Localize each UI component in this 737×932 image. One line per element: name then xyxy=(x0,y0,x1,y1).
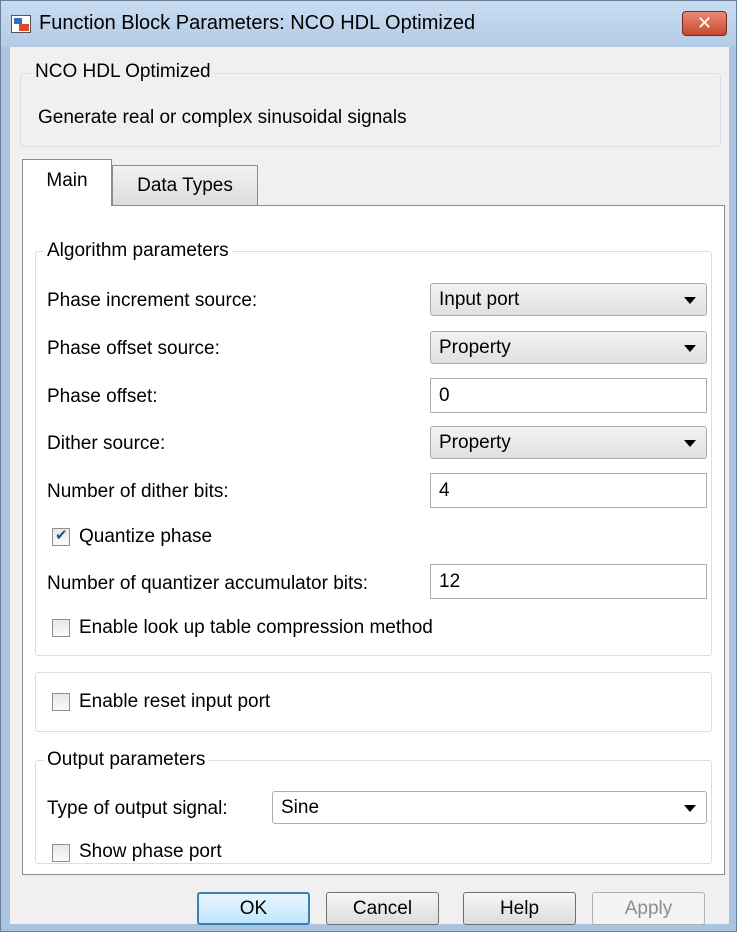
description-legend: NCO HDL Optimized xyxy=(32,61,214,83)
title-bar[interactable]: Function Block Parameters: NCO HDL Optim… xyxy=(1,1,736,47)
phase-increment-source-value: Input port xyxy=(439,289,520,310)
dither-source-label: Dither source: xyxy=(47,433,166,454)
output-signal-type-dropdown[interactable]: Sine xyxy=(272,791,707,824)
dialog-body: NCO HDL Optimized Generate real or compl… xyxy=(10,47,729,925)
chevron-down-icon xyxy=(684,805,696,812)
reset-group: Enable reset input port xyxy=(35,672,712,732)
algorithm-parameters-legend: Algorithm parameters xyxy=(44,240,232,262)
output-signal-type-value: Sine xyxy=(281,797,320,818)
apply-button[interactable]: Apply xyxy=(592,892,705,925)
phase-offset-field[interactable]: 0 xyxy=(430,378,707,413)
tab-data-types[interactable]: Data Types xyxy=(112,165,258,206)
dither-source-value: Property xyxy=(439,432,511,453)
quantizer-bits-field[interactable]: 12 xyxy=(430,564,707,599)
lut-compression-checkbox[interactable] xyxy=(52,619,70,637)
output-signal-type-label: Type of output signal: xyxy=(47,798,228,819)
phase-offset-source-dropdown[interactable]: Property xyxy=(430,331,707,364)
lut-compression-label: Enable look up table compression method xyxy=(79,617,433,638)
output-parameters-group: Output parameters Type of output signal:… xyxy=(35,749,712,864)
quantize-phase-label: Quantize phase xyxy=(79,526,213,547)
close-button[interactable]: ✕ xyxy=(682,11,727,36)
description-text: Generate real or complex sinusoidal sign… xyxy=(38,107,407,128)
reset-port-label: Enable reset input port xyxy=(79,691,271,712)
dialog-window: Function Block Parameters: NCO HDL Optim… xyxy=(0,0,737,932)
cancel-button[interactable]: Cancel xyxy=(326,892,439,925)
phase-offset-source-label: Phase offset source: xyxy=(47,338,220,359)
help-button[interactable]: Help xyxy=(463,892,576,925)
dither-bits-field[interactable]: 4 xyxy=(430,473,707,508)
ok-button[interactable]: OK xyxy=(197,892,310,925)
show-phase-port-checkbox[interactable] xyxy=(52,844,70,862)
quantizer-bits-label: Number of quantizer accumulator bits: xyxy=(47,573,369,594)
chevron-down-icon xyxy=(684,345,696,352)
algorithm-parameters-group: Algorithm parameters Phase increment sou… xyxy=(35,240,712,656)
chevron-down-icon xyxy=(684,440,696,447)
output-parameters-legend: Output parameters xyxy=(44,749,209,771)
phase-offset-source-value: Property xyxy=(439,337,511,358)
dither-bits-label: Number of dither bits: xyxy=(47,481,229,502)
phase-increment-source-label: Phase increment source: xyxy=(47,290,258,311)
phase-increment-source-dropdown[interactable]: Input port xyxy=(430,283,707,316)
block-parameters-icon xyxy=(11,15,31,33)
chevron-down-icon xyxy=(684,297,696,304)
reset-port-checkbox[interactable] xyxy=(52,693,70,711)
window-title: Function Block Parameters: NCO HDL Optim… xyxy=(39,12,476,34)
main-tab-panel: Algorithm parameters Phase increment sou… xyxy=(22,205,725,875)
show-phase-port-label: Show phase port xyxy=(79,841,222,862)
dither-source-dropdown[interactable]: Property xyxy=(430,426,707,459)
tab-main[interactable]: Main xyxy=(22,159,112,206)
quantize-phase-checkbox[interactable] xyxy=(52,526,70,546)
phase-offset-label: Phase offset: xyxy=(47,386,158,407)
